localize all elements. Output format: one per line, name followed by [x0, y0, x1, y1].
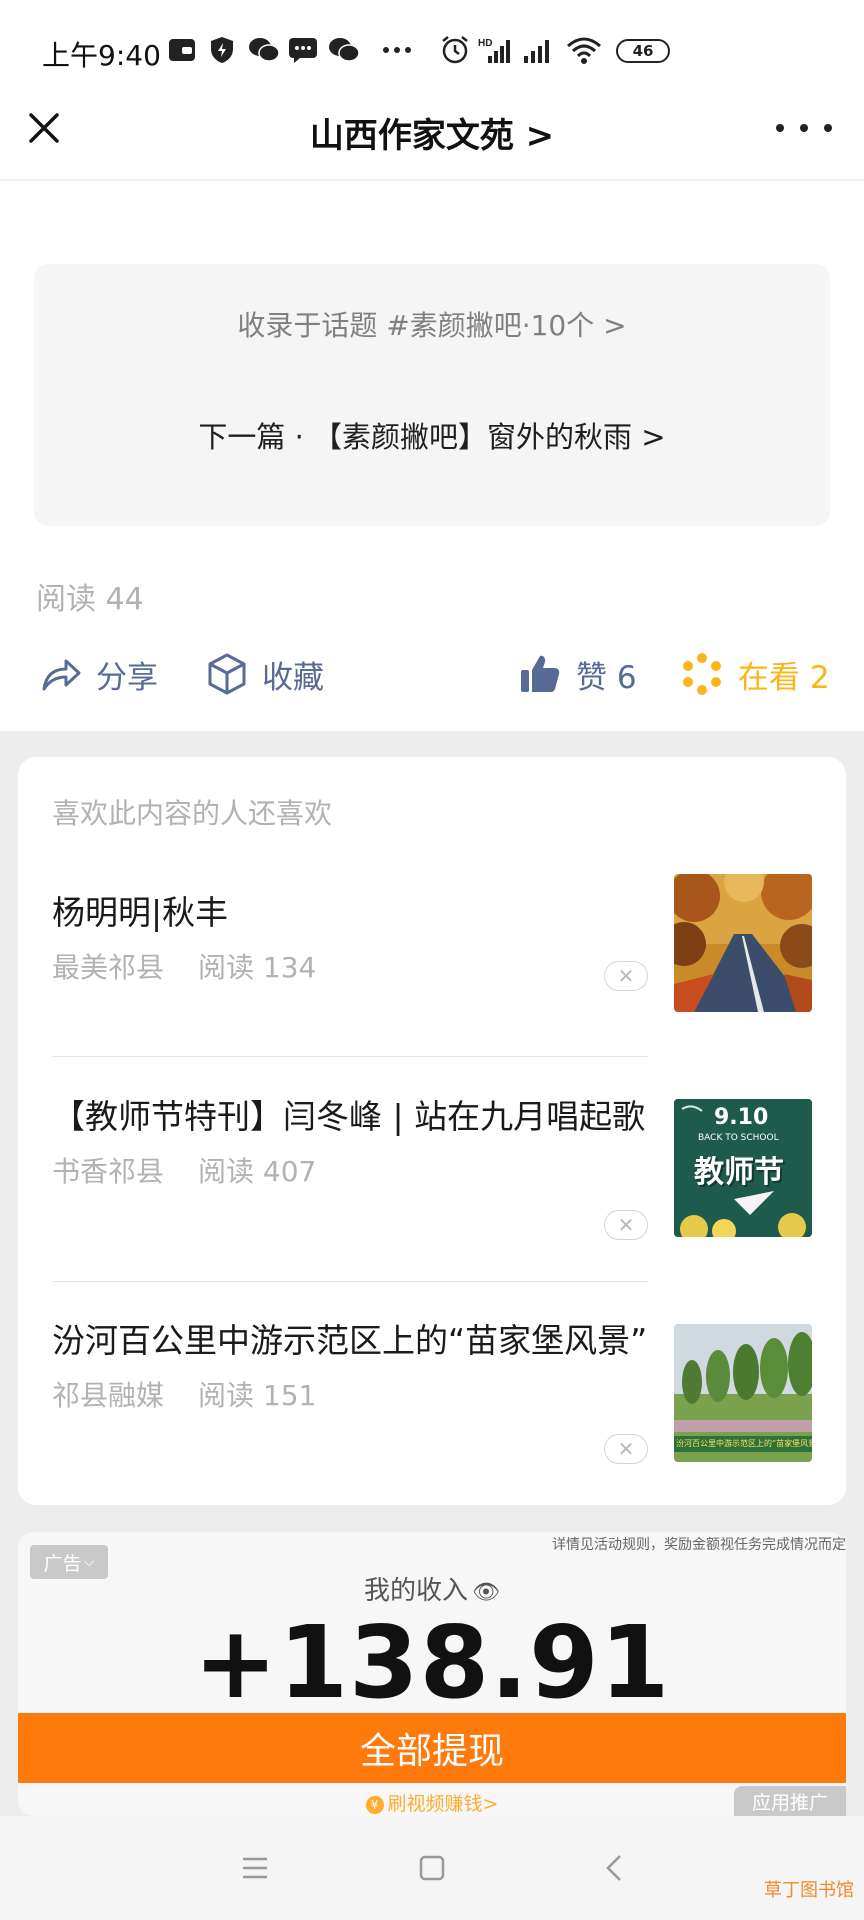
- close-icon: ✕: [617, 1213, 635, 1237]
- favorite-label: 收藏: [262, 659, 324, 696]
- favorite-button[interactable]: 收藏: [206, 648, 324, 700]
- eye-icon: 👁: [472, 1580, 500, 1605]
- thumbs-up-icon: [521, 655, 560, 692]
- home-square-icon: [419, 1855, 445, 1881]
- poster-title: 教师节: [694, 1155, 784, 1190]
- close-icon: ✕: [617, 964, 635, 988]
- more-options-button[interactable]: [776, 110, 832, 146]
- recommendation-meta: 祁县融媒 阅读 151: [52, 1374, 648, 1414]
- poster-date: 9.10: [714, 1105, 769, 1130]
- status-time: 上午9:40: [42, 39, 161, 72]
- battery-indicator: 46: [616, 39, 670, 63]
- coin-icon: ¥: [365, 1795, 384, 1814]
- menu-icon: [243, 1857, 267, 1879]
- wifi-icon: [566, 36, 602, 64]
- withdraw-all-button[interactable]: 全部提现: [18, 1713, 846, 1783]
- next-article-link[interactable]: 下一篇 · 【素颜撇吧】窗外的秋雨 >: [34, 414, 830, 456]
- home-button[interactable]: [418, 1854, 446, 1886]
- recommendation-item[interactable]: 汾河百公里中游示范区上的“苗家堡风景” 祁县融媒 阅读 151: [52, 1318, 648, 1414]
- more-dot-icon: [800, 124, 808, 132]
- like-count: 赞 6: [576, 659, 637, 696]
- recommendation-source: 最美祁县: [52, 951, 165, 984]
- svg-text:HD: HD: [478, 38, 492, 49]
- dismiss-button[interactable]: ✕: [604, 961, 648, 991]
- poster-subtitle: BACK TO SCHOOL: [698, 1133, 779, 1143]
- more-notifications-icon: [382, 36, 412, 64]
- photo-caption: 汾河百公里中游示范区上的“苗家堡风景”: [676, 1439, 812, 1448]
- message-icon: [288, 36, 318, 64]
- recommendation-item[interactable]: 【教师节特刊】闫冬峰 | 站在九月唱起歌 书香祁县 阅读 407: [52, 1094, 648, 1190]
- teachers-day-poster[interactable]: 9.10 BACK TO SCHOOL 教师节: [674, 1099, 812, 1237]
- back-chevron-icon: [606, 1855, 621, 1881]
- recommendation-source: 书香祁县: [52, 1155, 165, 1188]
- dismiss-button[interactable]: ✕: [604, 1434, 648, 1464]
- wechat-icon: [248, 36, 280, 64]
- income-label: 我的收入 👁: [0, 1570, 864, 1607]
- alarm-icon: [440, 36, 470, 64]
- topic-link[interactable]: 收录于话题 #素颜撇吧·10个 >: [34, 304, 830, 344]
- menu-button[interactable]: [240, 1854, 270, 1886]
- recommendation-title: 【教师节特刊】闫冬峰 | 站在九月唱起歌: [52, 1097, 646, 1136]
- more-dot-icon: [776, 124, 784, 132]
- recommendation-reads: 阅读 134: [198, 951, 317, 984]
- recommendation-reads: 阅读 151: [198, 1379, 317, 1412]
- chevron-down-icon: ⌵: [83, 1554, 95, 1570]
- recommendation-title: 杨明明|秋丰: [52, 893, 229, 932]
- riverside-trees-photo[interactable]: 汾河百公里中游示范区上的“苗家堡风景”: [674, 1324, 812, 1462]
- share-button[interactable]: 分享: [40, 648, 158, 700]
- recommendation-title: 汾河百公里中游示范区上的“苗家堡风景”: [52, 1321, 648, 1360]
- autumn-road-photo[interactable]: [674, 874, 812, 1012]
- share-icon: [42, 659, 81, 691]
- dismiss-button[interactable]: ✕: [604, 1210, 648, 1240]
- recommendation-source: 祁县融媒: [52, 1379, 165, 1412]
- divider: [52, 1056, 648, 1057]
- recommendation-meta: 最美祁县 阅读 134: [52, 946, 648, 986]
- divider: [52, 1281, 648, 1282]
- app-promo-tag: 应用推广: [734, 1786, 846, 1816]
- looking-button[interactable]: 在看 2: [680, 648, 830, 700]
- cube-icon: [208, 653, 246, 695]
- shield-icon: [210, 36, 234, 64]
- signal-icon: [522, 36, 556, 64]
- earn-link-label: 刷视频赚钱>: [387, 1793, 499, 1815]
- account-title-link[interactable]: 山西作家文苑 >: [0, 108, 864, 157]
- recommendation-item[interactable]: 杨明明|秋丰 最美祁县 阅读 134: [52, 890, 648, 986]
- income-label-text: 我的收入: [364, 1576, 469, 1606]
- income-amount: +138.91: [193, 1604, 671, 1721]
- recommendation-heading: 喜欢此内容的人还喜欢: [52, 797, 333, 830]
- wallet-icon: [168, 36, 196, 64]
- read-count: 阅读 44: [36, 582, 144, 617]
- recommendation-meta: 书香祁县 阅读 407: [52, 1150, 648, 1190]
- hd-signal-icon: HD: [478, 36, 514, 64]
- share-label: 分享: [96, 659, 158, 696]
- wechat-icon-2: [328, 36, 360, 64]
- looking-flower-icon: [683, 653, 721, 695]
- close-icon: ✕: [617, 1437, 635, 1461]
- watermark: 草丁图书馆: [764, 1876, 854, 1902]
- ad-note: 详情见活动规则，奖励金额视任务完成情况而定: [552, 1537, 846, 1553]
- looking-count: 在看 2: [738, 659, 830, 696]
- more-dot-icon: [824, 124, 832, 132]
- watermark-text: 草丁图书馆: [764, 1880, 854, 1901]
- back-button[interactable]: [602, 1852, 626, 1888]
- recommendation-reads: 阅读 407: [198, 1155, 317, 1188]
- like-button[interactable]: 赞 6: [518, 648, 637, 700]
